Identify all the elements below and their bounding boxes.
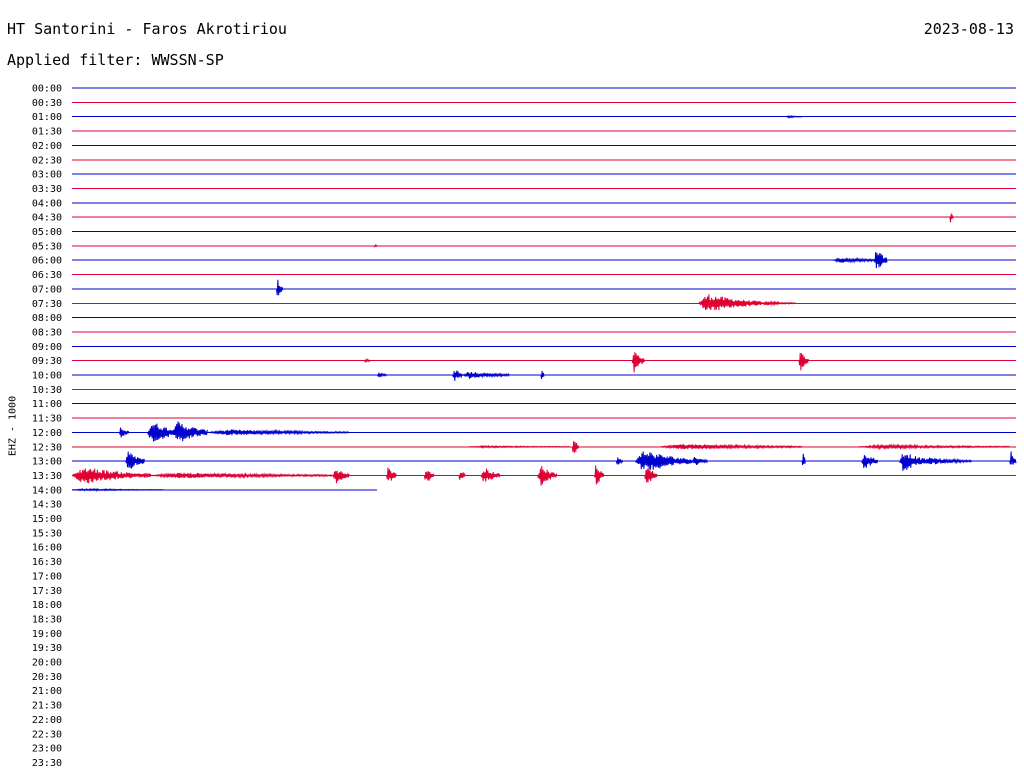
trace-baselines — [72, 87, 1016, 491]
time-label: 07:00 — [32, 284, 62, 295]
time-label: 09:30 — [32, 356, 62, 367]
event-waveform — [150, 472, 340, 479]
time-label: 16:30 — [32, 557, 62, 568]
event-waveform — [949, 213, 954, 223]
event-waveform — [644, 468, 658, 483]
event-waveform — [801, 453, 806, 466]
time-label: 04:30 — [32, 213, 62, 224]
time-label: 18:30 — [32, 614, 62, 625]
time-label: 11:30 — [32, 414, 62, 425]
event-waveform — [1009, 451, 1017, 465]
event-waveform — [899, 454, 926, 471]
event-waveform — [207, 428, 350, 436]
event-waveform — [833, 256, 882, 264]
event-waveform — [537, 466, 558, 486]
event-waveform — [858, 443, 1011, 451]
event-waveform — [691, 456, 709, 465]
event-waveform — [376, 371, 388, 378]
time-label: 05:30 — [32, 241, 62, 252]
time-label: 14:00 — [32, 485, 62, 496]
time-label: 20:30 — [32, 672, 62, 683]
time-label: 21:00 — [32, 686, 62, 697]
time-label: 18:00 — [32, 600, 62, 611]
time-label: 03:00 — [32, 170, 62, 181]
event-waveform — [480, 468, 501, 482]
time-label: 15:30 — [32, 528, 62, 539]
event-waveform — [873, 252, 888, 269]
event-waveform — [921, 457, 973, 465]
time-label: 06:00 — [32, 256, 62, 267]
time-label: 03:30 — [32, 184, 62, 195]
time-label: 12:00 — [32, 428, 62, 439]
event-waveform — [386, 467, 397, 481]
time-label: 16:00 — [32, 543, 62, 554]
time-label: 20:00 — [32, 658, 62, 669]
time-label: 22:00 — [32, 715, 62, 726]
event-waveform — [118, 427, 130, 438]
time-label: 07:30 — [32, 299, 62, 310]
time-label: 00:00 — [32, 84, 62, 95]
event-waveform — [660, 443, 803, 450]
time-label: 01:30 — [32, 127, 62, 138]
event-waveform — [172, 421, 208, 442]
event-waveform — [452, 370, 463, 381]
event-waveform — [332, 470, 350, 484]
time-label: 10:30 — [32, 385, 62, 396]
time-label: 23:00 — [32, 744, 62, 755]
event-waveform — [861, 454, 878, 469]
time-label: 06:30 — [32, 270, 62, 281]
time-label: 02:30 — [32, 155, 62, 166]
time-label: 21:30 — [32, 701, 62, 712]
time-label: 22:30 — [32, 729, 62, 740]
time-label: 04:00 — [32, 198, 62, 209]
event-waveform — [364, 358, 372, 364]
time-label: 17:00 — [32, 571, 62, 582]
time-label: 01:00 — [32, 112, 62, 123]
time-label: 10:00 — [32, 371, 62, 382]
time-label: 15:00 — [32, 514, 62, 525]
time-row-labels: 00:00 00:30 01:00 01:30 02:00 02:30 03:00 03:30… — [32, 84, 62, 769]
event-waveform — [71, 468, 152, 484]
event-waveform — [468, 444, 570, 449]
event-waveform — [276, 279, 284, 296]
event-waveform — [615, 457, 624, 465]
time-label: 23:30 — [32, 758, 62, 769]
time-label: 11:00 — [32, 399, 62, 410]
time-label: 08:00 — [32, 313, 62, 324]
event-waveform — [761, 299, 797, 307]
time-label: 14:30 — [32, 500, 62, 511]
event-waveform — [125, 451, 145, 469]
time-label: 00:30 — [32, 98, 62, 109]
seismogram-plot: 00:00 00:30 01:00 01:30 02:00 02:30 03:00 03:30… — [32, 84, 1017, 769]
event-waveform — [423, 471, 435, 481]
time-label: 13:30 — [32, 471, 62, 482]
event-waveform — [634, 451, 693, 470]
event-waveform — [462, 372, 510, 379]
event-waveform — [458, 472, 466, 480]
time-label: 19:00 — [32, 629, 62, 640]
time-label: 05:00 — [32, 227, 62, 238]
event-waveform — [373, 243, 378, 248]
time-label: 02:00 — [32, 141, 62, 152]
time-label: 17:30 — [32, 586, 62, 597]
event-waveform — [798, 352, 809, 371]
time-label: 19:30 — [32, 643, 62, 654]
time-label: 09:00 — [32, 342, 62, 353]
time-label: 13:00 — [32, 457, 62, 468]
event-waveform — [593, 465, 605, 485]
time-label: 12:30 — [32, 442, 62, 453]
event-waveform — [631, 352, 646, 373]
time-label: 08:30 — [32, 327, 62, 338]
event-waveform — [697, 294, 762, 311]
event-waveform — [786, 114, 803, 119]
event-waveform — [571, 440, 580, 453]
event-waveform — [72, 487, 164, 492]
event-waveform — [540, 371, 545, 380]
